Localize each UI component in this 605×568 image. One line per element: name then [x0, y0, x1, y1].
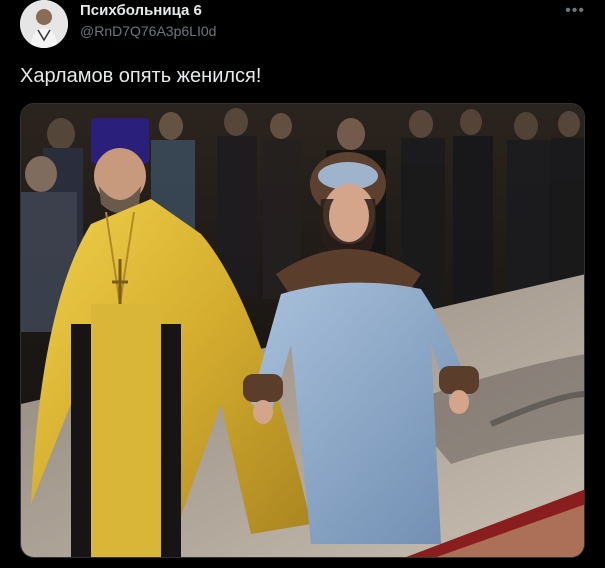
- avatar[interactable]: [20, 0, 68, 48]
- tweet-card: Психбольница 6 @RnD7Q76A3p6LI0d ••• Харл…: [0, 0, 605, 568]
- user-handle[interactable]: @RnD7Q76A3p6LI0d: [80, 20, 216, 42]
- photo-illustration: [21, 104, 584, 557]
- display-name[interactable]: Психбольница 6: [80, 2, 216, 20]
- tweet-photo[interactable]: [20, 103, 585, 558]
- avatar-image: [20, 0, 68, 48]
- tweet-header: Психбольница 6 @RnD7Q76A3p6LI0d: [80, 2, 216, 42]
- tweet-text: Харламов опять женился!: [20, 65, 262, 87]
- ellipsis-icon[interactable]: •••: [565, 2, 585, 20]
